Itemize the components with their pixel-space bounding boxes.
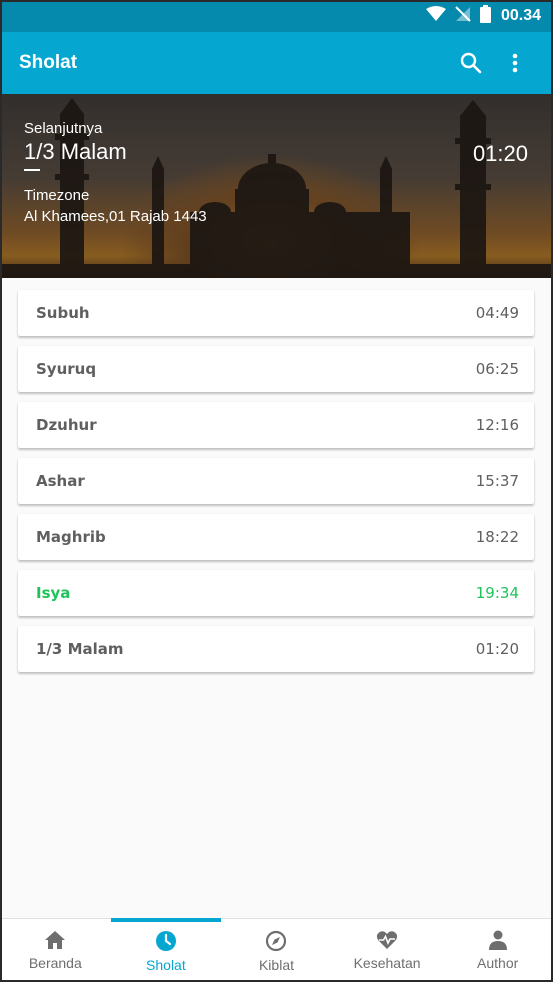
status-time: 00.34 — [500, 7, 541, 24]
prayer-name: Maghrib — [36, 528, 106, 546]
prayer-row-isya[interactable]: Isya 19:34 — [18, 570, 534, 616]
hijri-date: Al Khamees,01 Rajab 1443 — [24, 208, 207, 225]
prayer-name: Dzuhur — [36, 416, 97, 434]
prayer-time: 01:20 — [475, 640, 519, 658]
nav-author[interactable]: Author — [442, 919, 553, 983]
prayer-name: Subuh — [36, 304, 90, 322]
search-button[interactable] — [449, 41, 493, 85]
prayer-name: Isya — [36, 584, 71, 602]
nav-label: Sholat — [146, 957, 186, 973]
more-vert-icon — [512, 53, 518, 73]
hero-banner: Selanjutnya 1/3 Malam Timezone Al Khamee… — [0, 94, 553, 278]
nav-label: Kiblat — [258, 957, 294, 973]
nav-beranda[interactable]: Beranda — [0, 919, 111, 983]
prayer-row-maghrib[interactable]: Maghrib 18:22 — [18, 514, 534, 560]
compass-icon — [266, 930, 287, 952]
bottom-navigation: Beranda Sholat Kiblat Kesehatan Author — [0, 918, 553, 983]
page-title: Sholat — [19, 52, 78, 73]
search-icon — [460, 52, 482, 74]
nav-kesehatan[interactable]: Kesehatan — [332, 919, 443, 983]
prayer-row-ashar[interactable]: Ashar 15:37 — [18, 458, 534, 504]
no-signal-icon — [454, 5, 472, 27]
wifi-icon — [425, 6, 446, 26]
prayer-time: 12:16 — [475, 416, 519, 434]
next-prayer-name: 1/3 Malam — [24, 139, 127, 164]
clock-icon — [155, 931, 176, 951]
person-icon — [488, 930, 507, 950]
next-label: Selanjutnya — [24, 120, 103, 137]
timezone-label: Timezone — [24, 187, 90, 204]
next-prayer-underline — [24, 169, 40, 171]
nav-kiblat[interactable]: Kiblat — [221, 919, 332, 983]
app-bar: Sholat — [0, 32, 553, 94]
prayer-row-dzuhur[interactable]: Dzuhur 12:16 — [18, 402, 534, 448]
prayer-name: Ashar — [36, 472, 85, 490]
more-options-button[interactable] — [493, 41, 537, 85]
prayer-row-subuh[interactable]: Subuh 04:49 — [18, 290, 534, 336]
prayer-time: 04:49 — [475, 304, 519, 322]
nav-label: Author — [477, 955, 519, 971]
prayer-name: 1/3 Malam — [36, 640, 124, 658]
battery-icon — [479, 5, 491, 27]
home-icon — [45, 931, 66, 949]
next-prayer-info: Selanjutnya 1/3 Malam Timezone Al Khamee… — [24, 120, 207, 225]
nav-label: Beranda — [28, 955, 82, 971]
next-prayer-time: 01:20 — [472, 141, 528, 166]
prayer-row-syuruq[interactable]: Syuruq 06:25 — [18, 346, 534, 392]
prayer-time: 06:25 — [475, 360, 519, 378]
health-icon — [376, 931, 398, 949]
status-bar: 00.34 — [0, 0, 553, 32]
prayer-time: 18:22 — [475, 528, 519, 546]
prayer-time: 15:37 — [475, 472, 519, 490]
prayer-row-sepertiga-malam[interactable]: 1/3 Malam 01:20 — [18, 626, 534, 672]
nav-sholat[interactable]: Sholat — [110, 918, 222, 983]
prayer-name: Syuruq — [36, 360, 97, 378]
nav-label: Kesehatan — [353, 955, 421, 971]
prayer-time: 19:34 — [475, 584, 519, 602]
prayer-list: Subuh 04:49 Syuruq 06:25 Dzuhur 12:16 As… — [18, 290, 534, 682]
